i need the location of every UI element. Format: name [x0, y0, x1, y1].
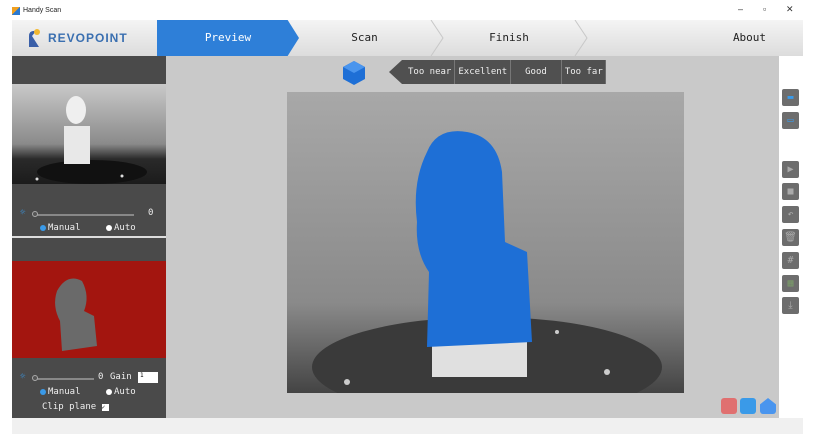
close-button[interactable]: ✕: [786, 4, 794, 15]
status-bar: [12, 418, 803, 434]
auto-radio[interactable]: Auto: [106, 387, 136, 397]
rgb-exposure-value: 0: [98, 372, 104, 382]
distance-indicator: Too near Excellent Good Too far: [389, 60, 606, 84]
auto-radio[interactable]: Auto: [106, 223, 136, 233]
open-file-icon[interactable]: ▭: [782, 112, 799, 129]
gain-value: 1: [140, 372, 144, 379]
depth-exposure-slider[interactable]: [34, 214, 134, 216]
exposure-icon: ☼: [20, 208, 26, 218]
open-folder-icon[interactable]: ▬: [782, 89, 799, 106]
app-icon: [12, 7, 20, 15]
grid-icon[interactable]: #: [782, 252, 799, 269]
title-bar: Handy Scan – ▫ ✕: [0, 0, 822, 20]
depth-camera-preview: [12, 84, 166, 184]
stop-icon[interactable]: ■: [782, 183, 799, 200]
distance-too-near: Too near: [405, 60, 456, 84]
checkbox-label: Clip plane: [42, 402, 97, 412]
rgb-monitor-icon[interactable]: [740, 398, 756, 414]
clip-plane-checkbox[interactable]: Clip plane ✓: [42, 402, 109, 412]
export-icon[interactable]: ⤓: [782, 297, 799, 314]
manual-radio[interactable]: Manual: [40, 387, 81, 397]
revopoint-logo-icon: [29, 29, 40, 47]
slider-handle[interactable]: [32, 211, 38, 217]
rgb-exposure-slider[interactable]: [34, 378, 94, 380]
minimize-button[interactable]: –: [738, 4, 743, 14]
divider: [12, 236, 166, 238]
tab-finish[interactable]: Finish: [444, 20, 574, 56]
view-cube-icon[interactable]: [342, 60, 366, 86]
maximize-button[interactable]: ▫: [763, 4, 766, 14]
manual-radio[interactable]: Manual: [40, 223, 81, 233]
depth-exposure-value: 0: [148, 208, 154, 218]
lock-icon[interactable]: [721, 398, 737, 414]
delete-icon[interactable]: 🗑: [782, 229, 799, 246]
logo-text: REVOPOINT: [48, 31, 128, 45]
radio-label: Manual: [48, 387, 81, 397]
scan-viewport[interactable]: [287, 92, 684, 393]
radio-label: Manual: [48, 223, 81, 233]
step-separator: [574, 20, 588, 56]
radio-label: Auto: [114, 387, 136, 397]
radio-label: Auto: [114, 223, 136, 233]
camera-panel: ☼ 0 Manual Auto ☼ 0 Gain 1 Manual Auto C…: [12, 56, 166, 418]
logo: REVOPOINT: [26, 28, 128, 48]
distance-good: Good: [511, 60, 562, 84]
gain-spinbox[interactable]: 1: [138, 372, 158, 383]
right-toolbar: ▬ ▭ ▶ ■ ↶ 🗑 # ▦ ⤓: [779, 56, 803, 418]
distance-too-far: Too far: [564, 67, 603, 77]
rgb-camera-preview: [12, 261, 166, 358]
header: REVOPOINT Preview Scan Finish About: [12, 20, 803, 56]
window-title: Handy Scan: [23, 7, 62, 14]
step-separator: [430, 20, 444, 56]
undo-icon[interactable]: ↶: [782, 206, 799, 223]
texture-icon[interactable]: ▦: [782, 275, 799, 292]
about-button[interactable]: About: [712, 20, 787, 56]
tab-preview[interactable]: Preview: [157, 20, 299, 56]
brightness-icon: ☼: [20, 372, 26, 382]
tab-scan[interactable]: Scan: [302, 20, 427, 56]
slider-handle[interactable]: [32, 375, 38, 381]
play-icon[interactable]: ▶: [782, 161, 799, 178]
gain-label: Gain: [110, 372, 132, 382]
distance-excellent: Excellent: [455, 60, 512, 84]
